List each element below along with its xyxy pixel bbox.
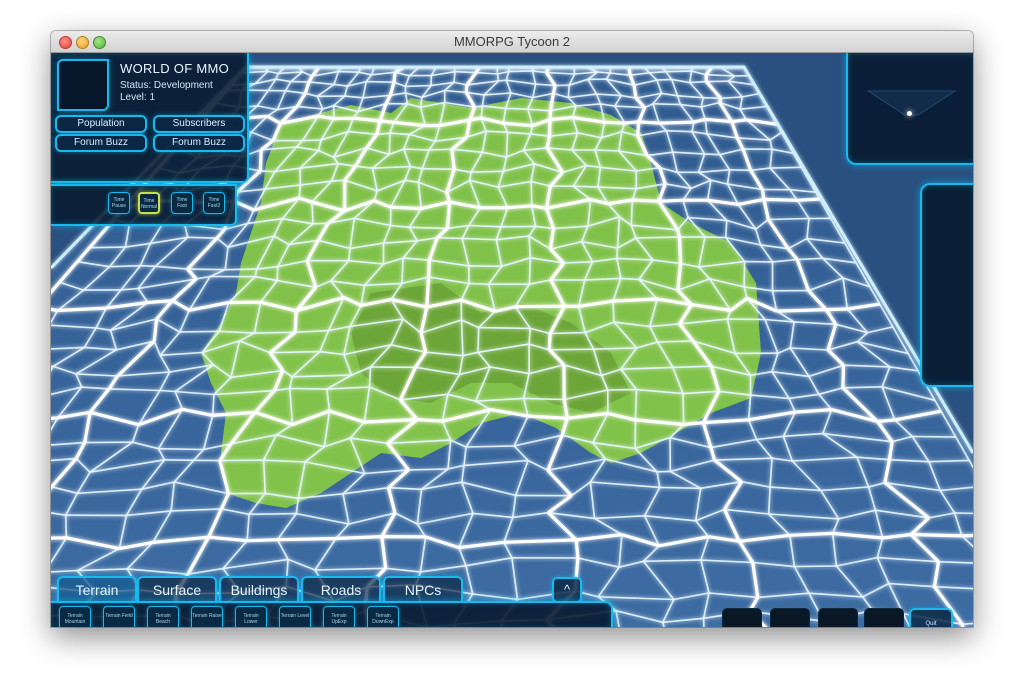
minimap-view	[866, 90, 957, 116]
world-portrait	[57, 59, 109, 111]
terrain-mountain-tool[interactable]: Terrain Mountain	[59, 606, 91, 627]
time-pause-button[interactable]: Time Pause	[108, 192, 130, 214]
empty-slot-3[interactable]	[818, 608, 858, 627]
world-name: WORLD OF MMO	[120, 61, 230, 76]
tab-buildings[interactable]: Buildings	[219, 576, 299, 602]
empty-slot-2[interactable]	[770, 608, 810, 627]
time-fast-button[interactable]: Time Fast	[171, 192, 193, 214]
tab-roads[interactable]: Roads	[301, 576, 381, 602]
minimap-camera-marker	[907, 111, 912, 116]
empty-slot-4[interactable]	[864, 608, 904, 627]
time-fast2-button[interactable]: Time Fast2	[203, 192, 225, 214]
subscribers-button[interactable]: Subscribers	[153, 115, 245, 133]
tab-surface[interactable]: Surface	[137, 576, 217, 602]
game-viewport[interactable]: WORLD OF MMO Status: Development Level: …	[51, 53, 973, 627]
side-panel	[920, 183, 973, 387]
terrain-toolbar: Terrain Mountain Terrain Field Terrain B…	[51, 601, 613, 627]
world-status: Status: Development	[120, 80, 213, 91]
terrain-field-tool[interactable]: Terrain Field	[103, 606, 135, 627]
world-info-panel: WORLD OF MMO Status: Development Level: …	[51, 53, 249, 183]
forum-buzz-button[interactable]: Forum Buzz	[55, 134, 147, 152]
tab-npcs[interactable]: NPCs	[383, 576, 463, 602]
terrain-raise-tool[interactable]: Terrain Raise	[191, 606, 223, 627]
world-level: Level: 1	[120, 92, 156, 103]
empty-slot-1[interactable]	[722, 608, 762, 627]
expand-toolbar-button[interactable]: ^	[552, 577, 582, 603]
game-window: MMORPG Tycoon 2 WORLD OF MMO Status: Dev…	[51, 31, 973, 627]
terrain-downexp-tool[interactable]: Terrain DownExp	[367, 606, 399, 627]
window-title: MMORPG Tycoon 2	[453, 34, 571, 49]
terrain-beach-tool[interactable]: Terrain Beach	[147, 606, 179, 627]
title-bar: MMORPG Tycoon 2	[51, 31, 973, 53]
terrain-upexp-tool[interactable]: Terrain UpExp	[323, 606, 355, 627]
terrain-level-tool[interactable]: Terrain Level	[279, 606, 311, 627]
tab-terrain[interactable]: Terrain	[57, 576, 137, 602]
forum-buzz-button-2[interactable]: Forum Buzz	[153, 134, 245, 152]
quit-button[interactable]: Quit	[909, 608, 953, 627]
population-button[interactable]: Population	[55, 115, 147, 133]
minimap[interactable]	[846, 53, 973, 165]
time-normal-button[interactable]: Time Normal	[138, 192, 160, 214]
time-controls-panel: Time Pause Time Normal Time Fast Time Fa…	[51, 184, 237, 226]
terrain-lower-tool[interactable]: Terrain Lower	[235, 606, 267, 627]
